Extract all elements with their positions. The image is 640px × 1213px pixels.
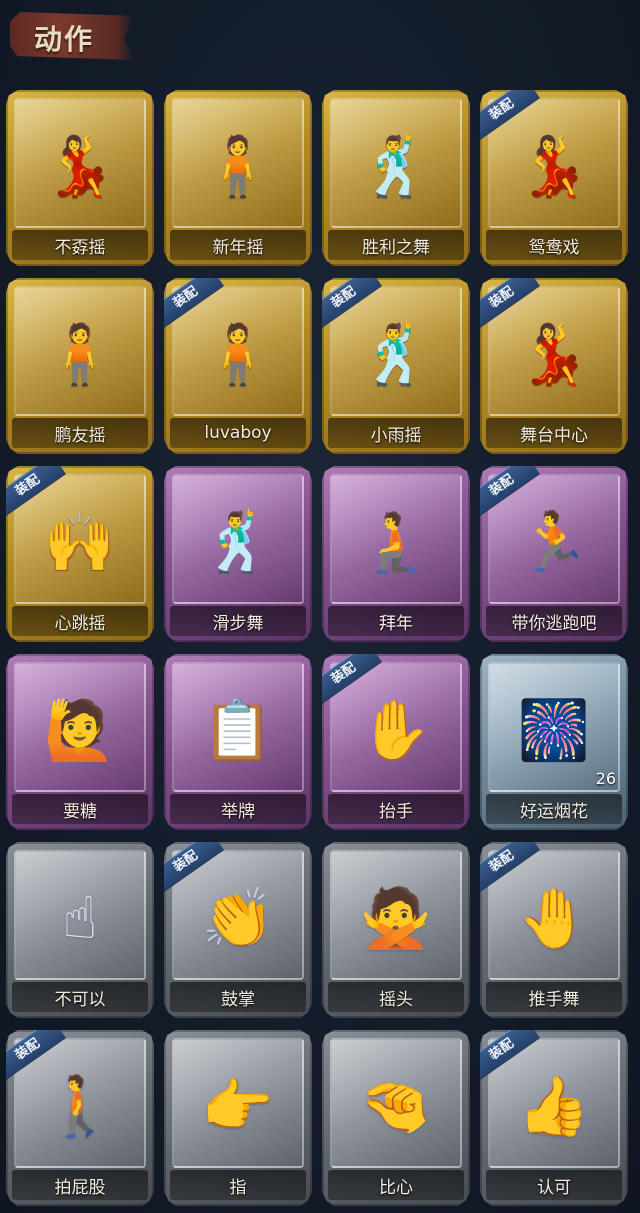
emote-label: 抬手 bbox=[328, 794, 464, 824]
emote-label: 心跳摇 bbox=[12, 606, 148, 636]
emote-card[interactable]: 👏 装配 鼓掌 bbox=[164, 842, 312, 1018]
emote-card[interactable]: 🕺 装配 小雨摇 bbox=[322, 278, 470, 454]
emote-label: luvaboy bbox=[170, 418, 306, 448]
emote-label: 比心 bbox=[328, 1170, 464, 1200]
finger-heart-icon: 🤏 bbox=[359, 1072, 433, 1140]
emote-label: 新年摇 bbox=[170, 230, 306, 260]
emote-label: 不孬摇 bbox=[12, 230, 148, 260]
emote-card[interactable]: ✋ 装配 抬手 bbox=[322, 654, 470, 830]
emote-card[interactable]: 💃 装配 舞台中心 bbox=[480, 278, 628, 454]
emote-card[interactable]: 🚶 装配 拍屁股 bbox=[6, 1030, 154, 1206]
thumbs-up-icon: 👍 bbox=[517, 1072, 591, 1140]
greeting-bow-icon: 🧎 bbox=[359, 508, 433, 576]
dancer-heartbeat-icon: 🙌 bbox=[43, 508, 117, 576]
emote-label: 带你逃跑吧 bbox=[486, 606, 622, 636]
emote-card[interactable]: 🧍 鹏友摇 bbox=[6, 278, 154, 454]
emote-card[interactable]: 🙅 摇头 bbox=[322, 842, 470, 1018]
emote-label: 好运烟花 bbox=[486, 794, 622, 824]
emote-card[interactable]: 💃 装配 鸳鸯戏 bbox=[480, 90, 628, 266]
dancer-arms-out-icon: 🧍 bbox=[43, 320, 117, 388]
emote-card[interactable]: 📋 举牌 bbox=[164, 654, 312, 830]
clap-icon: 👏 bbox=[201, 884, 275, 952]
emote-label: 举牌 bbox=[170, 794, 306, 824]
emote-card[interactable]: 🤚 装配 推手舞 bbox=[480, 842, 628, 1018]
emote-card[interactable]: 🙌 装配 心跳摇 bbox=[6, 466, 154, 642]
butt-slap-icon: 🚶 bbox=[43, 1072, 117, 1140]
finger-wag-icon: ☝ bbox=[62, 884, 98, 952]
emote-label: 指 bbox=[170, 1170, 306, 1200]
emote-label: 胜利之舞 bbox=[328, 230, 464, 260]
section-title: 动作 bbox=[34, 23, 95, 56]
emote-label: 小雨摇 bbox=[328, 418, 464, 448]
emote-card[interactable]: 👍 装配 认可 bbox=[480, 1030, 628, 1206]
emote-label: 鸳鸯戏 bbox=[486, 230, 622, 260]
emote-label: 舞台中心 bbox=[486, 418, 622, 448]
dancer-point-icon: 🕺 bbox=[359, 320, 433, 388]
emote-label: 认可 bbox=[486, 1170, 622, 1200]
emote-label: 滑步舞 bbox=[170, 606, 306, 636]
emote-card[interactable]: 🏃 装配 带你逃跑吧 bbox=[480, 466, 628, 642]
emote-label: 推手舞 bbox=[486, 982, 622, 1012]
dancer-crossed-arms-icon: 🧍 bbox=[201, 132, 275, 200]
dancer-slide-icon: 🕺 bbox=[201, 508, 275, 576]
item-count: 26 bbox=[595, 769, 616, 788]
emote-card[interactable]: 🤏 比心 bbox=[322, 1030, 470, 1206]
victory-dance-icon: 🕺 bbox=[359, 132, 433, 200]
raise-hand-icon: ✋ bbox=[359, 696, 433, 764]
emote-label: 摇头 bbox=[328, 982, 464, 1012]
emote-card[interactable]: 🧎 拜年 bbox=[322, 466, 470, 642]
push-hand-dance-icon: 🤚 bbox=[517, 884, 591, 952]
emote-label: 鼓掌 bbox=[170, 982, 306, 1012]
dancer-cross-icon: 🧍 bbox=[201, 320, 275, 388]
emote-card[interactable]: 🧍 装配 luvaboy bbox=[164, 278, 312, 454]
emote-card[interactable]: 🕺 胜利之舞 bbox=[322, 90, 470, 266]
dancer-spotlight-icon: 💃 bbox=[517, 320, 591, 388]
dancer-run-icon: 🏃 bbox=[517, 508, 591, 576]
emote-card[interactable]: 🧍 新年摇 bbox=[164, 90, 312, 266]
emote-label: 拜年 bbox=[328, 606, 464, 636]
emote-label: 鹏友摇 bbox=[12, 418, 148, 448]
ask-candy-icon: 🙋 bbox=[43, 696, 117, 764]
point-finger-icon: 👉 bbox=[201, 1072, 275, 1140]
emote-card[interactable]: ☝ 不可以 bbox=[6, 842, 154, 1018]
hold-sign-icon: 📋 bbox=[201, 696, 275, 764]
shake-head-icon: 🙅 bbox=[359, 884, 433, 952]
emote-label: 要糖 bbox=[12, 794, 148, 824]
emote-label: 不可以 bbox=[12, 982, 148, 1012]
emote-label: 拍屁股 bbox=[12, 1170, 148, 1200]
emote-card[interactable]: 💃 不孬摇 bbox=[6, 90, 154, 266]
section-header: 动作 bbox=[10, 12, 134, 60]
emote-card[interactable]: 🙋 要糖 bbox=[6, 654, 154, 830]
emote-card[interactable]: 🎆 26 好运烟花 bbox=[480, 654, 628, 830]
dancer-raised-arm-icon: 💃 bbox=[43, 132, 117, 200]
firework-icon: 🎆 bbox=[517, 696, 591, 764]
dancer-music-icon: 💃 bbox=[517, 132, 591, 200]
emote-card[interactable]: 🕺 滑步舞 bbox=[164, 466, 312, 642]
emote-grid: 💃 不孬摇 🧍 新年摇 🕺 胜利之舞 💃 装配 鸳鸯戏 🧍 鹏友摇 🧍 装配 luvaboy 🕺 装配 小雨摇 💃… bbox=[6, 90, 628, 1206]
emote-card[interactable]: 👉 指 bbox=[164, 1030, 312, 1206]
